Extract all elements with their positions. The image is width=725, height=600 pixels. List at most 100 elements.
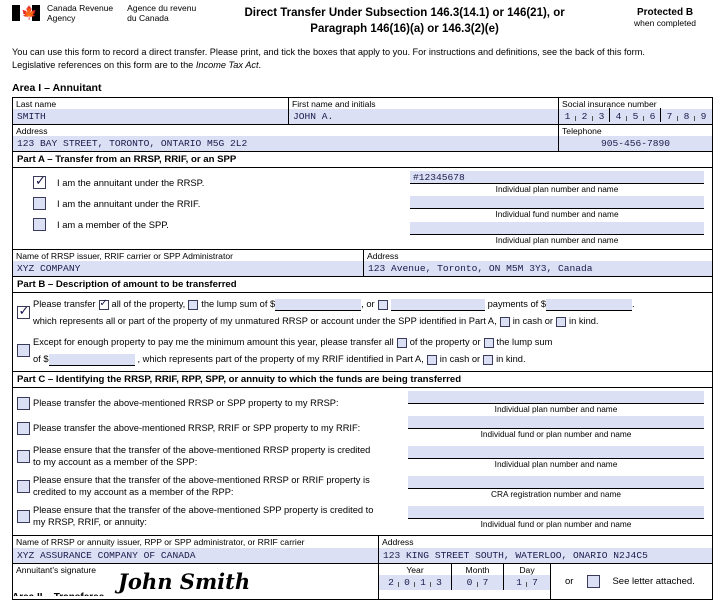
first-name-input[interactable]: JOHN A. <box>289 109 558 125</box>
first-name-cell: First name and initials JOHN A. <box>288 97 558 125</box>
intro-text: You can use this form to record a direct… <box>0 37 725 73</box>
part-b-payments-count-input[interactable] <box>390 298 485 311</box>
date-month-digit: 7 <box>482 576 489 588</box>
pb2-t2: of the property or <box>409 337 481 348</box>
part-a-field-3-input[interactable] <box>410 221 704 235</box>
part-b-section: Part B – Description of amount to be tra… <box>13 277 712 373</box>
part-b-lump-sum-input[interactable] <box>275 298 362 311</box>
part-c-row-1-checkbox[interactable] <box>16 397 30 411</box>
part-c-row-4-input[interactable] <box>408 476 704 490</box>
date-month-input[interactable]: 07 <box>452 574 503 590</box>
protected-b-marker: Protected B when completed <box>613 4 717 28</box>
part-a-body: I am the annuitant under the RRSP. I am t… <box>13 168 712 248</box>
part-b-opt1-text: Please transfer all of the property, the… <box>33 296 712 330</box>
part-b-heading: Part B – Description of amount to be tra… <box>13 277 712 294</box>
part-a-field-1-input[interactable]: #12345678 <box>410 171 704 185</box>
footer-address-input[interactable]: 123 KING STREET SOUTH, WATERLOO, ONARIO … <box>379 547 712 563</box>
part-c-row-3-field-col: Individual plan number and name <box>408 441 712 471</box>
part-c-row-4-checkbox[interactable] <box>16 479 30 493</box>
part-c-row: Please ensure that the transfer of the a… <box>13 471 712 501</box>
part-b-opt1-in-kind-checkbox[interactable] <box>556 316 567 327</box>
part-c-row-1-label: Please transfer the above-mentioned RRSP… <box>33 391 408 416</box>
part-a-option-1-checkbox[interactable] <box>33 174 46 190</box>
issuer-address-label: Address <box>367 250 399 261</box>
part-b-payments-checkbox[interactable] <box>377 299 388 310</box>
date-day-input[interactable]: 17 <box>504 574 550 590</box>
part-b-payments-amount-input[interactable] <box>546 298 633 311</box>
part-b-option-2: Except for enough property to pay me the… <box>13 331 712 371</box>
next-area-title-cutoff: Area II – Transferee <box>12 592 104 596</box>
telephone-label: Telephone <box>562 126 602 137</box>
footer-issuer-input[interactable]: XYZ ASSURANCE COMPANY OF CANADA <box>13 547 378 563</box>
part-c-row-3-input[interactable] <box>408 446 704 460</box>
part-b-lump-sum-checkbox[interactable] <box>188 299 199 310</box>
part-b-opt2-in-kind-checkbox[interactable] <box>483 354 494 365</box>
part-a-section: Part A – Transfer from an RRSP, RRIF, or… <box>13 152 712 250</box>
part-a-option-2-checkbox[interactable] <box>33 197 46 211</box>
part-c-row-5-checkbox-col <box>13 501 33 531</box>
sin-digit: 4 <box>610 111 627 122</box>
or-label: or <box>565 575 574 587</box>
part-c-row-1-input[interactable] <box>408 391 704 405</box>
part-a-option-3-checkbox[interactable] <box>33 218 46 232</box>
last-name-label: Last name <box>16 98 57 109</box>
part-b-opt2-amount-input[interactable] <box>48 353 135 366</box>
part-c-row-5-checkbox[interactable] <box>16 509 30 523</box>
part-c-row-2-input[interactable] <box>408 416 704 430</box>
part-a-field-2-input[interactable] <box>410 196 704 210</box>
intro-line2: Legislative references on this form are … <box>12 59 711 72</box>
part-c-row-3-checkbox[interactable] <box>16 449 30 463</box>
date-year-input[interactable]: 2013 <box>379 574 451 590</box>
sin-digit: 7 <box>661 111 678 122</box>
part-b-all-property-checkbox[interactable] <box>98 298 109 310</box>
date-day-digit: 1 <box>511 577 527 588</box>
part-c-row: Please transfer the above-mentioned RRSP… <box>13 416 712 441</box>
part-b-opt2-lump-sum-checkbox[interactable] <box>483 337 494 348</box>
cra-logo: 🍁 Canada Revenue Agency Agence du revenu… <box>12 3 196 24</box>
form-title: Direct Transfer Under Subsection 146.3(1… <box>196 4 613 37</box>
see-letter-attached-checkbox[interactable] <box>587 574 601 588</box>
part-b-opt2-in-cash-checkbox[interactable] <box>426 354 437 365</box>
issuer-row: Name of RRSP issuer, RRIF carrier or SPP… <box>13 249 712 278</box>
part-a-option-3: I am a member of the SPP. <box>13 214 408 235</box>
form-body: Last name SMITH First name and initials … <box>12 96 713 600</box>
form-title-line1: Direct Transfer Under Subsection 146.3(1… <box>244 7 565 19</box>
pb1-t4: , or <box>361 299 375 310</box>
pb2-t3: the lump sum <box>496 337 553 348</box>
footer-issuer-cell: Name of RRSP or annuity issuer, RPP or S… <box>13 536 378 563</box>
page-header: 🍁 Canada Revenue Agency Agence du revenu… <box>0 0 725 37</box>
issuer-name-cell: Name of RRSP issuer, RRIF carrier or SPP… <box>13 250 363 277</box>
signature-input[interactable]: John Smith <box>118 569 250 594</box>
issuer-address-input[interactable]: 123 Avenue, Toronto, ON M5M 3Y3, Canada <box>364 261 712 277</box>
part-b-opt2-property-checkbox[interactable] <box>396 337 407 348</box>
part-c-row-5-label-line: Please ensure that the transfer of the a… <box>33 504 374 515</box>
intro-line2-italic: Income Tax Act <box>195 60 259 71</box>
letter-attached-cell: or See letter attached. <box>550 563 712 599</box>
part-c-row-4-field-col: CRA registration number and name <box>408 471 712 501</box>
part-b-opt1-checkbox[interactable] <box>16 304 30 320</box>
sin-digit: 2 <box>576 111 593 122</box>
date-day-digit: 7 <box>532 576 538 588</box>
part-c-row-2-checkbox[interactable] <box>16 422 30 436</box>
part-c-row-3-label-line: to my account as a member of the SPP: <box>33 457 198 468</box>
telephone-input[interactable]: 905-456-7890 <box>559 136 712 152</box>
part-a-options: I am the annuitant under the RRSP. I am t… <box>13 168 408 248</box>
part-a-option-1: I am the annuitant under the RRSP. <box>13 172 408 193</box>
sin-digit: 9 <box>700 111 707 123</box>
part-a-option-2-label: I am the annuitant under the RRIF. <box>57 198 201 210</box>
part-b-opt2-text: Except for enough property to pay me the… <box>33 334 712 368</box>
part-c-row-3-checkbox-col <box>13 441 33 471</box>
part-b-opt2-checkbox[interactable] <box>16 344 30 358</box>
last-name-input[interactable]: SMITH <box>13 109 288 125</box>
sin-digit: 1 <box>559 111 576 122</box>
part-c-row-5-input[interactable] <box>408 506 704 520</box>
telephone-cell: Telephone 905-456-7890 <box>558 125 712 152</box>
sin-input[interactable]: 123456789 <box>559 108 712 125</box>
part-b-opt1-in-cash-checkbox[interactable] <box>499 316 510 327</box>
part-c-row-1-field-col: Individual plan number and name <box>408 391 712 416</box>
part-b-opt2-checkbox-col <box>13 334 33 368</box>
issuer-name-input[interactable]: XYZ COMPANY <box>13 261 363 277</box>
form-title-line2: Paragraph 146(16)(a) or 146.3(2)(e) <box>310 22 499 35</box>
address-input[interactable]: 123 BAY STREET, TORONTO, ONTARIO M5G 2L2 <box>13 136 558 152</box>
part-c-row-1-checkbox-col <box>13 391 33 416</box>
